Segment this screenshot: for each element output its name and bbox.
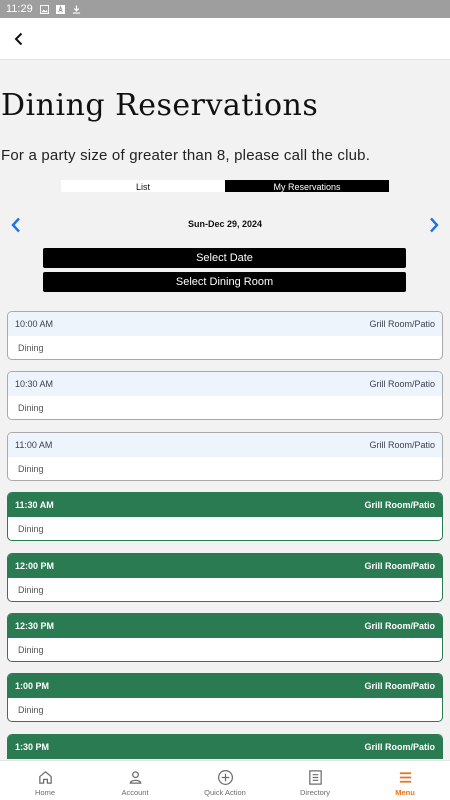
slot-time: 10:30 AM [15, 379, 54, 390]
tab-my-reservations[interactable]: My Reservations [225, 180, 389, 192]
slot-type: Dining [18, 524, 44, 535]
slot-room: Grill Room/Patio [369, 439, 435, 450]
slot-room: Grill Room/Patio [364, 620, 435, 631]
time-slot-header: 10:30 AM Grill Room/Patio [8, 372, 442, 397]
time-slot[interactable]: 1:00 PM Grill Room/Patio Dining [7, 673, 443, 723]
plus-circle-icon [217, 769, 233, 786]
time-slot-header: 12:00 PM Grill Room/Patio [8, 553, 442, 578]
download-icon [72, 4, 80, 14]
time-slot-header: 11:30 AM Grill Room/Patio [8, 493, 442, 518]
time-slot[interactable]: 11:30 AM Grill Room/Patio Dining [7, 492, 443, 542]
nav-home[interactable]: Home [0, 761, 90, 800]
chevron-right-icon [430, 217, 439, 233]
slot-type: Dining [18, 584, 44, 595]
slot-type: Dining [18, 463, 44, 474]
slot-room: Grill Room/Patio [364, 741, 435, 752]
app-notification-icon [55, 4, 65, 14]
slot-type: Dining [18, 343, 44, 353]
page-title: Dining Reservations [1, 88, 319, 123]
slot-type: Dining [18, 403, 44, 414]
slot-type: Dining [18, 644, 44, 655]
nav-home-label: Home [34, 788, 55, 797]
menu-icon [399, 772, 411, 783]
nav-account-label: Account [121, 788, 149, 797]
time-slot-header: 1:00 PM Grill Room/Patio [8, 674, 442, 699]
image-notification-icon [39, 4, 49, 14]
time-slot-header: 1:30 PM Grill Room/Patio [8, 734, 442, 759]
status-time: 11:29 [6, 3, 33, 15]
nav-directory[interactable]: Directory [270, 761, 360, 800]
time-slot[interactable]: 11:00 AM Grill Room/Patio Dining [7, 431, 443, 481]
chevron-left-icon [14, 32, 23, 46]
slot-time: 1:00 PM [15, 681, 50, 692]
nav-menu-label: Menu [395, 788, 415, 797]
slot-room: Grill Room/Patio [369, 379, 435, 390]
time-slot[interactable]: 10:00 AM Grill Room/Patio Dining [7, 311, 443, 360]
slot-room: Grill Room/Patio [369, 319, 435, 329]
time-slot-header: 12:30 PM Grill Room/Patio [8, 613, 442, 638]
time-slot[interactable]: 12:00 PM Grill Room/Patio Dining [7, 552, 443, 602]
home-icon [38, 771, 52, 784]
select-date-button[interactable]: Select Date [43, 248, 406, 268]
slot-time: 11:30 AM [15, 500, 54, 511]
nav-account[interactable]: Account [90, 761, 180, 800]
select-dining-room-button[interactable]: Select Dining Room [43, 272, 406, 292]
nav-quick-action[interactable]: Quick Action [180, 761, 270, 800]
slot-time: 11:00 AM [15, 439, 53, 450]
slot-time: 12:30 PM [15, 620, 55, 631]
view-toggle: List My Reservations [61, 180, 389, 192]
slot-time: 1:30 PM [15, 741, 50, 752]
tab-list[interactable]: List [61, 180, 225, 192]
slot-room: Grill Room/Patio [364, 681, 435, 692]
bottom-navigation: Home Account Quick Action Directory Menu [0, 760, 450, 800]
status-bar: 11:29 [0, 0, 450, 18]
time-slot[interactable]: 10:30 AM Grill Room/Patio Dining [7, 371, 443, 421]
slot-type: Dining [18, 705, 44, 716]
selected-date: Sun-Dec 29, 2024 [187, 219, 263, 229]
account-icon [129, 771, 141, 784]
time-slot[interactable]: 1:30 PM Grill Room/Patio Dining [7, 733, 443, 759]
time-slot[interactable]: 12:30 PM Grill Room/Patio Dining [7, 612, 443, 662]
time-slot-list: 10:00 AM Grill Room/Patio Dining 10:30 A… [7, 311, 443, 759]
directory-icon [308, 770, 322, 785]
slot-time: 10:00 AM [15, 319, 54, 329]
slot-room: Grill Room/Patio [364, 500, 435, 511]
slot-room: Grill Room/Patio [364, 560, 435, 571]
back-button[interactable] [4, 24, 34, 54]
party-size-notice: For a party size of greater than 8, plea… [1, 147, 371, 164]
app-bar [0, 18, 450, 60]
time-slot-header: 11:00 AM Grill Room/Patio [8, 432, 442, 457]
nav-directory-label: Directory [299, 788, 330, 797]
nav-quick-action-label: Quick Action [204, 788, 246, 797]
next-day-button[interactable] [424, 215, 444, 235]
nav-menu[interactable]: Menu [360, 761, 450, 800]
slot-time: 12:00 PM [15, 560, 55, 571]
time-slot-header: 10:00 AM Grill Room/Patio [8, 312, 442, 336]
